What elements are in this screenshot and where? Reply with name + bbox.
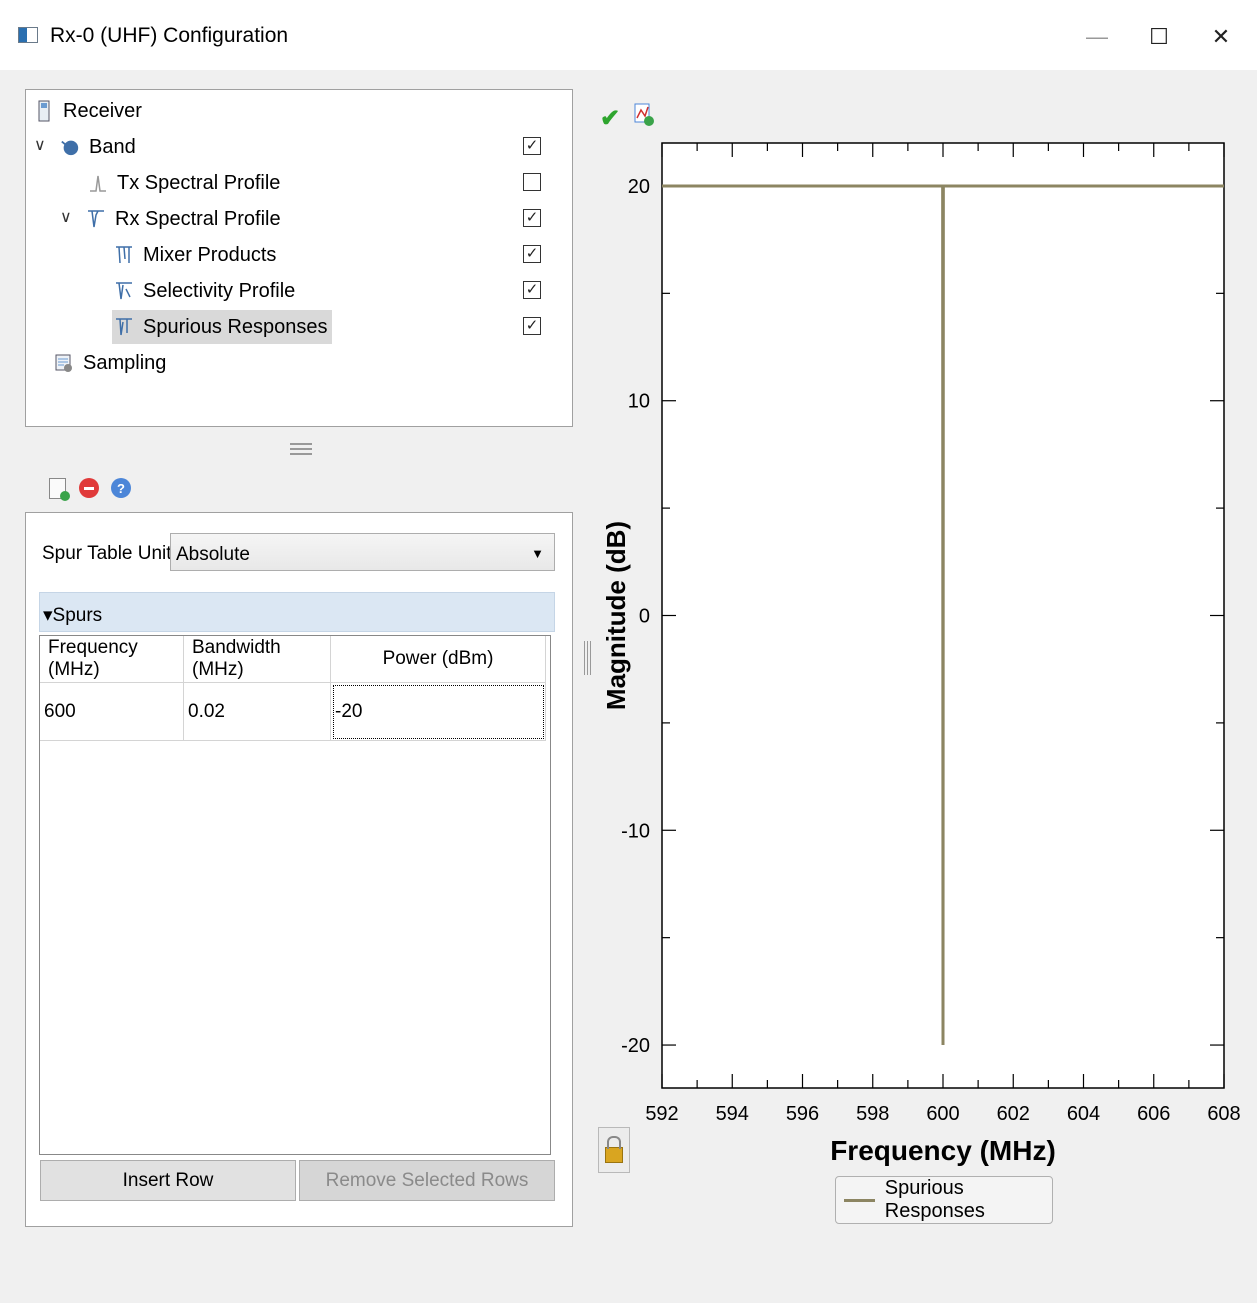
y-tick-label: -20: [621, 1035, 650, 1057]
spurs-group-title: ▾Spurs: [43, 605, 103, 626]
tree-item-label: Selectivity Profile: [143, 279, 296, 302]
y-tick-label: 20: [628, 176, 650, 198]
minimize-button[interactable]: —: [1072, 18, 1122, 56]
legend-label: Spurious Responses: [884, 1177, 985, 1222]
band-checkbox[interactable]: ✓: [523, 137, 541, 155]
x-tick-label: 594: [716, 1103, 749, 1125]
y-tick-label: 0: [639, 606, 650, 628]
x-tick-label: 596: [786, 1103, 819, 1125]
mixer-products-checkbox[interactable]: ✓: [523, 245, 541, 263]
sampling-icon: [54, 353, 74, 373]
column-header-bandwidth[interactable]: Bandwidth (MHz): [184, 636, 331, 683]
remove-selected-rows-button[interactable]: Remove Selected Rows: [299, 1160, 555, 1201]
cell-frequency[interactable]: 600: [40, 683, 184, 741]
chevron-down-icon[interactable]: ∨: [60, 207, 72, 227]
y-tick-label: 10: [628, 391, 650, 413]
tree-item-label: Rx Spectral Profile: [115, 207, 281, 230]
tree-item-label: Spurious Responses: [143, 315, 328, 338]
x-tick-label: 606: [1137, 1103, 1170, 1125]
tree-item-band[interactable]: Band: [60, 130, 136, 164]
y-axis-label: Magnitude (dB): [601, 521, 631, 710]
x-tick-label: 592: [645, 1103, 678, 1125]
rx-spectral-icon: [86, 209, 106, 229]
tree-item-label: Receiver: [63, 99, 142, 122]
window-title: Rx-0 (UHF) Configuration: [50, 24, 289, 47]
tree-item-receiver[interactable]: Receiver: [34, 94, 142, 128]
cell-bandwidth[interactable]: 0.02: [184, 683, 331, 741]
maximize-button[interactable]: ☐: [1134, 18, 1184, 56]
title-bar: Rx-0 (UHF) Configuration — ☐ ✕: [0, 0, 1257, 70]
chart-legend: Spurious Responses: [835, 1176, 1053, 1224]
x-tick-label: 602: [997, 1103, 1030, 1125]
tree-item-tx-spectral-profile[interactable]: Tx Spectral Profile: [88, 166, 280, 200]
cell-power[interactable]: -20: [331, 683, 546, 741]
tree-item-selectivity-profile[interactable]: Selectivity Profile: [114, 274, 295, 308]
spur-table-units-value: Absolute: [176, 544, 250, 565]
x-tick-label: 598: [856, 1103, 889, 1125]
spur-table-units-label: Spur Table Units: [42, 543, 182, 564]
spurious-responses-checkbox[interactable]: ✓: [523, 317, 541, 335]
spurs-group-header[interactable]: ▾Spurs: [39, 592, 555, 632]
new-document-icon[interactable]: [46, 476, 70, 501]
insert-row-button[interactable]: Insert Row: [40, 1160, 296, 1201]
close-button[interactable]: ✕: [1196, 18, 1246, 56]
splitter-handle[interactable]: [290, 440, 312, 458]
selectivity-icon: [114, 281, 134, 301]
spurious-icon: [114, 317, 134, 337]
x-axis-label: Frequency (MHz): [830, 1135, 1056, 1166]
tree-item-spurious-responses[interactable]: Spurious Responses: [112, 310, 332, 344]
config-tree: Receiver ∨ Band Tx Spectral Profile ∨ Rx…: [25, 89, 573, 427]
apply-check-icon[interactable]: ✔: [600, 104, 620, 133]
spur-table-units-select[interactable]: Absolute ▼: [170, 533, 555, 571]
lock-icon[interactable]: [598, 1127, 630, 1173]
x-tick-label: 604: [1067, 1103, 1100, 1125]
tree-item-mixer-products[interactable]: Mixer Products: [114, 238, 276, 272]
tree-item-label: Mixer Products: [143, 243, 277, 266]
band-icon: [60, 137, 80, 157]
tx-spectral-profile-checkbox[interactable]: [523, 173, 541, 191]
tx-spectral-icon: [88, 173, 108, 193]
chart-settings-icon[interactable]: [634, 103, 656, 127]
x-tick-label: 608: [1207, 1103, 1240, 1125]
mixer-products-icon: [114, 245, 134, 265]
tree-item-rx-spectral-profile[interactable]: Rx Spectral Profile: [86, 202, 281, 236]
x-tick-label: 600: [926, 1103, 959, 1125]
chevron-down-icon: ▼: [531, 546, 544, 561]
remove-icon[interactable]: [78, 476, 100, 500]
column-header-power[interactable]: Power (dBm): [331, 636, 546, 683]
y-tick-label: -10: [621, 820, 650, 842]
help-icon[interactable]: ?: [110, 476, 132, 500]
chevron-down-icon[interactable]: ∨: [34, 135, 46, 155]
legend-swatch: [844, 1198, 875, 1202]
spurious-responses-chart[interactable]: 592 594 596 598 600 602 604 606 608 20 10 0 -10 -20 Fr…: [590, 130, 1250, 1180]
tree-item-label: Tx Spectral Profile: [117, 171, 281, 194]
spur-editor-panel: Spur Table Units Absolute ▼ ▾Spurs Frequ…: [25, 512, 573, 1227]
tree-item-label: Sampling: [83, 351, 167, 374]
tree-item-label: Band: [89, 135, 136, 158]
spurs-table: Frequency (MHz) Bandwidth (MHz) Power (d…: [39, 635, 551, 1155]
rx-spectral-profile-checkbox[interactable]: ✓: [523, 209, 541, 227]
receiver-icon: [34, 100, 54, 122]
selectivity-profile-checkbox[interactable]: ✓: [523, 281, 541, 299]
app-icon: [18, 27, 38, 43]
column-header-frequency[interactable]: Frequency (MHz): [40, 636, 184, 683]
tree-item-sampling[interactable]: Sampling: [54, 346, 166, 380]
